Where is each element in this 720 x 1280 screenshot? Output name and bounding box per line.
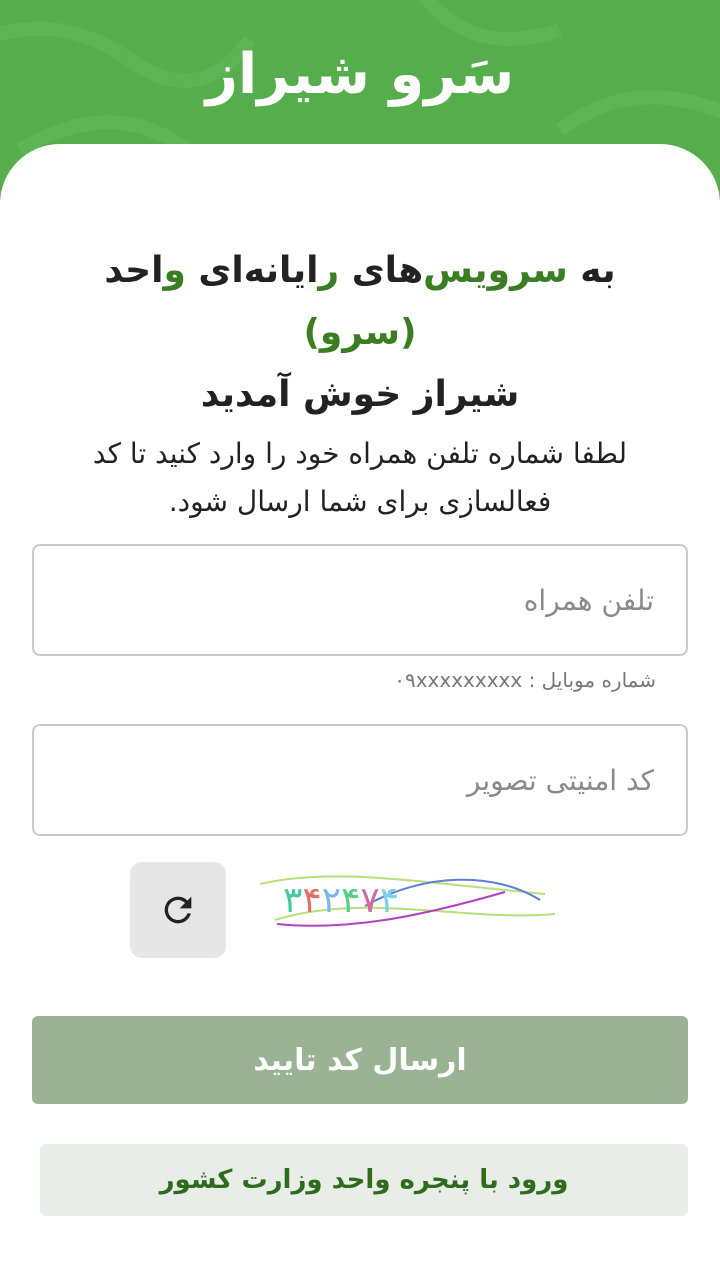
phone-input[interactable] <box>34 546 686 654</box>
captcha-text: ۳۴۲۴۷۴ <box>283 880 399 921</box>
captcha-field <box>32 724 688 836</box>
welcome-line-1: به سرویس‌های رایانه‌ای واحد (سرو) <box>60 240 660 364</box>
welcome-highlight: سرویس <box>423 250 568 291</box>
captcha-digit: ۴ <box>302 880 321 921</box>
welcome-highlight: و <box>163 250 186 291</box>
welcome-highlight: ر <box>318 250 340 291</box>
refresh-icon <box>164 896 192 924</box>
phone-hint: شماره موبایل : ۰۹xxxxxxxxx <box>394 668 656 692</box>
welcome-line-2: شیراز خوش آمدید <box>200 374 520 415</box>
captcha-digit: ۴ <box>341 880 360 921</box>
phone-field <box>32 544 688 656</box>
welcome-highlight: (سرو) <box>303 312 417 353</box>
captcha-digit: ۳ <box>283 880 302 921</box>
welcome-text: به <box>567 250 616 291</box>
refresh-captcha-button[interactable] <box>130 862 226 958</box>
instruction-text: لطفا شماره تلفن همراه خود را وارد کنید ت… <box>92 437 628 518</box>
ministry-login-button[interactable]: ورود با پنجره واحد وزارت کشور <box>40 1144 688 1216</box>
welcome-text: احد <box>104 250 164 291</box>
app-title: سَرو شیراز <box>205 42 515 107</box>
captcha-digit: ۴ <box>380 880 399 921</box>
welcome-heading: به سرویس‌های رایانه‌ای واحد (سرو) شیراز … <box>60 240 660 426</box>
captcha-image: ۳۴۲۴۷۴ <box>255 862 560 942</box>
captcha-digit: ۲ <box>322 880 341 921</box>
welcome-text: ایانه‌ای <box>185 250 319 291</box>
captcha-graphic: ۳۴۲۴۷۴ <box>259 875 556 927</box>
captcha-input[interactable] <box>34 726 686 834</box>
welcome-text: ‌های <box>339 250 424 291</box>
captcha-digit: ۷ <box>360 880 379 921</box>
send-code-button[interactable]: ارسال کد تایید <box>32 1016 688 1104</box>
